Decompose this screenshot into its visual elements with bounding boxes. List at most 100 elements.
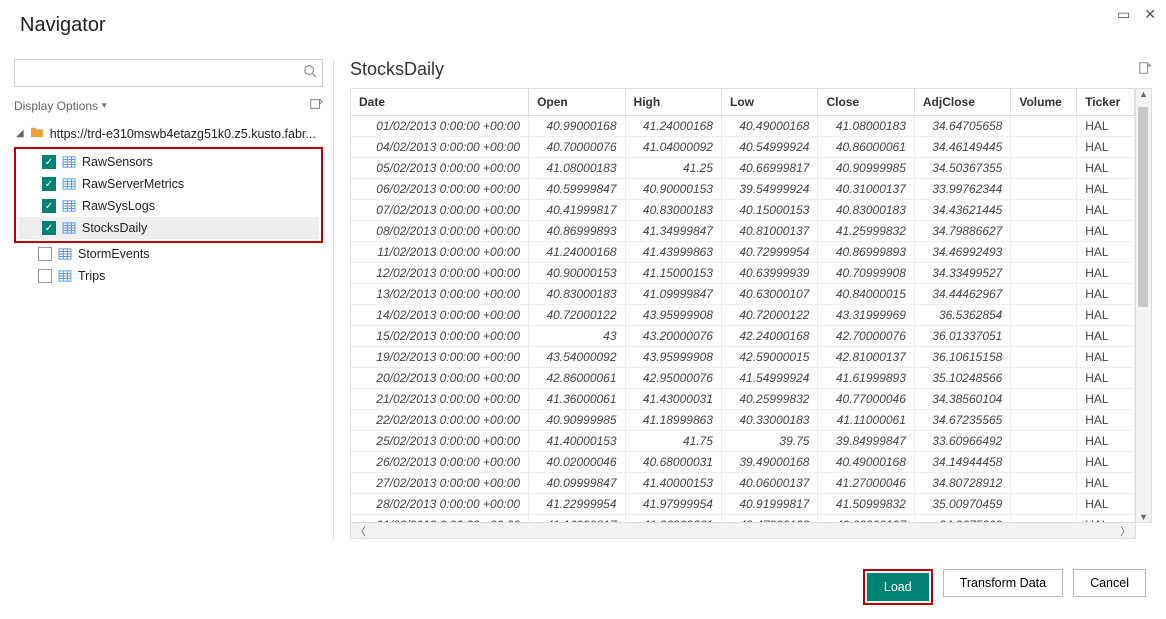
- cell: 40.49000168: [818, 452, 914, 473]
- table-row[interactable]: 01/02/2013 0:00:00 +00:0040.9900016841.2…: [351, 116, 1135, 137]
- cell: 34.33499527: [914, 263, 1010, 284]
- display-options-dropdown[interactable]: Display Options ▾: [14, 99, 107, 113]
- table-row[interactable]: 11/02/2013 0:00:00 +00:0041.2400016841.4…: [351, 242, 1135, 263]
- cell: 41.08000183: [529, 158, 625, 179]
- table-row[interactable]: 27/02/2013 0:00:00 +00:0040.0999984741.4…: [351, 473, 1135, 494]
- cell: 40.63999939: [721, 263, 817, 284]
- cell: 40.83000183: [529, 284, 625, 305]
- table-row[interactable]: 06/02/2013 0:00:00 +00:0040.5999984740.9…: [351, 179, 1135, 200]
- close-icon[interactable]: ✕: [1144, 6, 1156, 23]
- cell: [1011, 179, 1077, 200]
- cell: 40.77000046: [818, 389, 914, 410]
- table-row[interactable]: 28/02/2013 0:00:00 +00:0041.2299995441.9…: [351, 494, 1135, 515]
- table-row[interactable]: 07/02/2013 0:00:00 +00:0040.4199981740.8…: [351, 200, 1135, 221]
- cell: 40.91999817: [721, 494, 817, 515]
- cell: 41.61999893: [818, 368, 914, 389]
- table-row[interactable]: 04/02/2013 0:00:00 +00:0040.7000007641.0…: [351, 137, 1135, 158]
- scroll-right-arrow[interactable]: 〉: [1120, 523, 1131, 539]
- cell: 40.41999817: [529, 200, 625, 221]
- scroll-left-arrow[interactable]: 〈: [355, 523, 366, 539]
- table-row[interactable]: 01/03/2013 0:00:00 +00:0041.1699981741.3…: [351, 515, 1135, 524]
- table-row[interactable]: 19/02/2013 0:00:00 +00:0043.5400009243.9…: [351, 347, 1135, 368]
- cell: 40.70000076: [529, 137, 625, 158]
- cell: [1011, 431, 1077, 452]
- table-icon: [62, 222, 76, 234]
- column-header-low[interactable]: Low: [721, 89, 817, 116]
- cell: HAL: [1077, 284, 1135, 305]
- cell: 40.63000107: [818, 515, 914, 524]
- column-header-open[interactable]: Open: [529, 89, 625, 116]
- cell: 42.95000076: [625, 368, 721, 389]
- cell: 21/02/2013 0:00:00 +00:00: [351, 389, 529, 410]
- checkbox[interactable]: ✓: [42, 199, 56, 213]
- table-row[interactable]: 05/02/2013 0:00:00 +00:0041.0800018341.2…: [351, 158, 1135, 179]
- cell: 41.25999832: [818, 221, 914, 242]
- checkbox[interactable]: ✓: [42, 177, 56, 191]
- tree-item-rawservermetrics[interactable]: ✓RawServerMetrics: [18, 173, 319, 195]
- titlebar-controls: ▭ ✕: [1117, 6, 1156, 23]
- horizontal-scrollbar[interactable]: 〈 〉: [350, 523, 1136, 539]
- cell: 40.72000122: [721, 305, 817, 326]
- tree-item-stocksdaily[interactable]: ✓StocksDaily: [18, 217, 319, 239]
- cell: [1011, 515, 1077, 524]
- refresh-icon[interactable]: [309, 97, 323, 114]
- table-row[interactable]: 15/02/2013 0:00:00 +00:004343.2000007642…: [351, 326, 1135, 347]
- cell: 34.14944458: [914, 452, 1010, 473]
- cell: 40.49000168: [721, 116, 817, 137]
- add-column-icon[interactable]: [1138, 61, 1152, 78]
- search-icon[interactable]: [303, 64, 317, 82]
- table-row[interactable]: 25/02/2013 0:00:00 +00:0041.4000015341.7…: [351, 431, 1135, 452]
- column-header-adjclose[interactable]: AdjClose: [914, 89, 1010, 116]
- scroll-up-arrow[interactable]: ▲: [1136, 89, 1151, 99]
- maximize-icon[interactable]: ▭: [1117, 6, 1130, 23]
- collapse-icon[interactable]: ◢: [16, 128, 24, 139]
- preview-title: StocksDaily: [350, 59, 444, 80]
- tree-item-trips[interactable]: Trips: [14, 265, 323, 287]
- table-icon: [62, 156, 76, 168]
- column-header-ticker[interactable]: Ticker: [1077, 89, 1135, 116]
- cell: 34.43621445: [914, 200, 1010, 221]
- table-row[interactable]: 20/02/2013 0:00:00 +00:0042.8600006142.9…: [351, 368, 1135, 389]
- table-row[interactable]: 08/02/2013 0:00:00 +00:0040.8699989341.3…: [351, 221, 1135, 242]
- cell: 28/02/2013 0:00:00 +00:00: [351, 494, 529, 515]
- load-button[interactable]: Load: [867, 573, 929, 601]
- cell: 05/02/2013 0:00:00 +00:00: [351, 158, 529, 179]
- cell: 36.10615158: [914, 347, 1010, 368]
- cell: [1011, 389, 1077, 410]
- column-header-date[interactable]: Date: [351, 89, 529, 116]
- checkbox[interactable]: ✓: [42, 221, 56, 235]
- cell: 36.5362854: [914, 305, 1010, 326]
- preview-grid: DateOpenHighLowCloseAdjCloseVolumeTicker…: [350, 88, 1136, 523]
- table-row[interactable]: 13/02/2013 0:00:00 +00:0040.8300018341.0…: [351, 284, 1135, 305]
- checkbox[interactable]: [38, 269, 52, 283]
- checkbox[interactable]: ✓: [42, 155, 56, 169]
- cell: 41.43999863: [625, 242, 721, 263]
- column-header-volume[interactable]: Volume: [1011, 89, 1077, 116]
- table-row[interactable]: 26/02/2013 0:00:00 +00:0040.0200004640.6…: [351, 452, 1135, 473]
- cancel-button[interactable]: Cancel: [1073, 569, 1146, 597]
- checkbox[interactable]: [38, 247, 52, 261]
- table-icon: [58, 270, 72, 282]
- tree-root-node[interactable]: ◢ https://trd-e310mswb4etazg51k0.z5.kust…: [14, 122, 323, 145]
- column-header-high[interactable]: High: [625, 89, 721, 116]
- search-input[interactable]: [14, 59, 323, 87]
- vertical-scrollbar[interactable]: ▲ ▼: [1136, 88, 1152, 523]
- scroll-down-arrow[interactable]: ▼: [1136, 512, 1151, 522]
- page-title: Navigator: [20, 14, 1152, 37]
- cell: 41.34999847: [625, 221, 721, 242]
- table-row[interactable]: 22/02/2013 0:00:00 +00:0040.9099998541.1…: [351, 410, 1135, 431]
- tree-item-stormevents[interactable]: StormEvents: [14, 243, 323, 265]
- tree-item-rawsyslogs[interactable]: ✓RawSysLogs: [18, 195, 319, 217]
- table-row[interactable]: 21/02/2013 0:00:00 +00:0041.3600006141.4…: [351, 389, 1135, 410]
- cell: 41.11000061: [818, 410, 914, 431]
- transform-data-button[interactable]: Transform Data: [943, 569, 1063, 597]
- column-header-close[interactable]: Close: [818, 89, 914, 116]
- preview-panel: StocksDaily DateOpenHighLowCloseAdjClose…: [334, 59, 1152, 539]
- table-row[interactable]: 14/02/2013 0:00:00 +00:0040.7200012243.9…: [351, 305, 1135, 326]
- cell: 04/02/2013 0:00:00 +00:00: [351, 137, 529, 158]
- cell: 41.04000092: [625, 137, 721, 158]
- table-row[interactable]: 12/02/2013 0:00:00 +00:0040.9000015341.1…: [351, 263, 1135, 284]
- scrollbar-thumb-vertical[interactable]: [1138, 107, 1148, 307]
- tree-item-rawsensors[interactable]: ✓RawSensors: [18, 151, 319, 173]
- cell: 42.59000015: [721, 347, 817, 368]
